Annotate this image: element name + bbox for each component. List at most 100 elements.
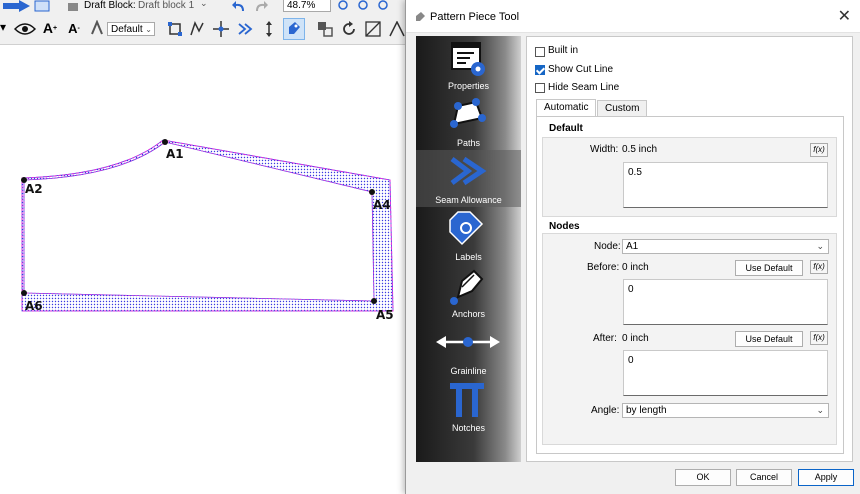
font-decrease-icon[interactable]: A- <box>64 18 84 38</box>
sidebar-item-labels[interactable]: Labels <box>416 207 521 264</box>
sidebar-item-grainline[interactable]: Grainline <box>416 321 521 378</box>
nodes-group-title: Nodes <box>549 221 580 232</box>
angle-label: Angle: <box>591 405 620 416</box>
sidebar-item-label: Paths <box>456 138 480 148</box>
zoom-in-icon[interactable] <box>336 0 352 12</box>
sidebar-item-notches[interactable]: Notches <box>416 378 521 435</box>
seam-line <box>23 141 375 302</box>
draft-block-icon <box>66 0 80 12</box>
drawing-canvas[interactable]: A1 A2 A4 A5 A6 <box>0 45 410 494</box>
default-group-title: Default <box>549 123 583 134</box>
dialog-title: Pattern Piece Tool <box>430 11 520 23</box>
node-a6[interactable] <box>21 290 27 296</box>
pattern-piece-drawing <box>21 139 394 312</box>
point-label-a5: A5 <box>376 308 394 322</box>
sidebar-item-label: Grainline <box>450 366 487 376</box>
built-in-label: Built in <box>548 45 579 56</box>
chevron-down-icon[interactable]: ▾ <box>0 20 6 34</box>
point-label-a1: A1 <box>166 147 184 161</box>
label-style-select[interactable]: Default ⌄ <box>107 22 155 36</box>
node-select-icon[interactable] <box>166 20 184 38</box>
point-label-a6: A6 <box>25 299 43 313</box>
draft-block-label: Draft Block: <box>84 0 136 11</box>
before-use-default-button[interactable]: Use Default <box>735 260 803 276</box>
arrow-right-icon[interactable] <box>2 0 32 12</box>
width-value: 0.5 inch <box>622 144 658 155</box>
angle-select[interactable]: by length ⌄ <box>622 403 829 418</box>
hide-seam-line-checkbox[interactable] <box>535 83 545 93</box>
dialog-footer: OK Cancel Apply <box>406 462 860 494</box>
mirror-icon[interactable] <box>364 20 382 38</box>
sidebar-item-label: Notches <box>451 423 486 433</box>
node-select-value: A1 <box>626 241 639 252</box>
redo-icon[interactable] <box>252 0 270 12</box>
font-increase-icon[interactable]: A + <box>40 18 60 38</box>
after-formula-text: 0 <box>628 355 634 366</box>
before-formula-input[interactable]: 0 <box>623 279 828 325</box>
sidebar-item-label: Seam Allowance <box>435 195 502 205</box>
after-value: 0 inch <box>622 333 649 344</box>
angle-select-value: by length <box>626 405 667 416</box>
built-in-checkbox[interactable] <box>535 47 545 57</box>
chevron-down-icon: ⌄ <box>145 25 152 34</box>
node-label: Node: <box>594 241 621 252</box>
secondary-toolbar: ▾ A + A- Default ⌄ <box>0 14 410 45</box>
sidebar-item-label: Properties <box>447 81 490 91</box>
width-formula-input[interactable]: 0.5 <box>623 162 828 208</box>
before-formula-text: 0 <box>628 284 634 295</box>
tab-custom[interactable]: Custom <box>597 100 648 116</box>
sidebar-item-anchors[interactable]: Anchors <box>416 264 521 321</box>
cancel-button[interactable]: Cancel <box>736 469 792 486</box>
point-label-a2: A2 <box>25 182 43 196</box>
node-a5[interactable] <box>371 298 377 304</box>
label-style-icon <box>88 18 106 38</box>
width-label: Width: <box>590 144 619 155</box>
tab-automatic[interactable]: Automatic <box>536 99 597 116</box>
after-formula-input[interactable]: 0 <box>623 350 828 396</box>
crosshair-icon[interactable] <box>212 20 230 38</box>
before-value: 0 inch <box>622 262 649 273</box>
hide-seam-line-label: Hide Seam Line <box>548 82 620 93</box>
ok-button[interactable]: OK <box>675 469 731 486</box>
close-icon[interactable]: ✕ <box>838 6 851 26</box>
path-tool-icon[interactable] <box>188 20 206 38</box>
before-label: Before: <box>587 262 620 273</box>
width-formula-text: 0.5 <box>628 167 642 178</box>
seam-allowance-panel: Built in Show Cut Line Hide Seam Line Au… <box>526 36 853 462</box>
sidebar-item-paths[interactable]: Paths <box>416 93 521 150</box>
zoom-fit-icon[interactable] <box>376 0 392 12</box>
move-icon[interactable] <box>388 20 406 38</box>
sidebar-item-seam-allowance[interactable]: Seam Allowance <box>416 150 521 207</box>
sidebar-item-label: Anchors <box>451 309 486 319</box>
pattern-piece-tool-dialog: Pattern Piece Tool ✕ Properties Paths Se… <box>405 0 860 494</box>
node-a1[interactable] <box>162 139 168 145</box>
undo-icon[interactable] <box>230 0 248 12</box>
double-chevron-icon[interactable] <box>236 20 254 38</box>
notches-icon <box>450 383 484 417</box>
after-use-default-button[interactable]: Use Default <box>735 331 803 347</box>
draft-block-select[interactable]: Draft block 1 <box>138 0 194 11</box>
width-formula-button[interactable]: f(x) <box>810 143 828 157</box>
label-style-value: Default <box>111 24 143 35</box>
pattern-piece-tool-icon[interactable] <box>283 18 305 40</box>
properties-icon <box>451 42 485 76</box>
node-select[interactable]: A1 ⌄ <box>622 239 829 254</box>
sidebar-item-properties[interactable]: Properties <box>416 36 521 93</box>
grainline-icon <box>436 336 500 348</box>
show-cut-line-checkbox[interactable] <box>535 65 545 75</box>
dialog-titlebar[interactable]: Pattern Piece Tool ✕ <box>406 0 860 33</box>
after-formula-button[interactable]: f(x) <box>810 331 828 345</box>
eye-icon[interactable] <box>14 20 36 38</box>
chevron-down-icon: ⌄ <box>200 0 208 8</box>
apply-button[interactable]: Apply <box>798 469 854 486</box>
rotate-icon[interactable] <box>340 20 358 38</box>
sidebar-item-label: Labels <box>455 252 482 262</box>
group-icon[interactable] <box>316 20 334 38</box>
zoom-select[interactable]: 48.7% <box>283 0 331 12</box>
before-formula-button[interactable]: f(x) <box>810 260 828 274</box>
zoom-out-icon[interactable] <box>356 0 372 12</box>
node-a4[interactable] <box>369 189 375 195</box>
vertical-arrows-icon[interactable] <box>260 20 278 38</box>
layout-icon[interactable] <box>33 0 51 12</box>
chevron-down-icon: ⌄ <box>816 241 824 251</box>
